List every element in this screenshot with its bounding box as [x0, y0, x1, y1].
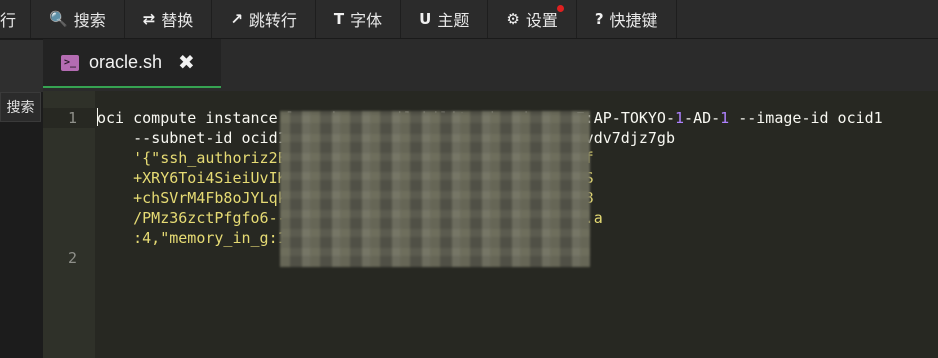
code-token: -	[665, 109, 675, 127]
toolbar-label: 替换	[161, 13, 194, 30]
code-token: 1	[720, 109, 739, 127]
toolbar-label: 设置	[525, 13, 558, 30]
toolbar-label: 跳转行	[248, 13, 297, 30]
close-icon[interactable]: ✖	[178, 50, 195, 75]
theme-icon: U	[419, 10, 432, 28]
notification-dot	[556, 5, 564, 12]
toolbar-label: 字体	[350, 13, 383, 30]
code-token: --	[133, 129, 152, 147]
toolbar: 行 🔍 搜索 ⇄ 替换 ↗ 跳转行 T 字体 U 主题 ⚙ 设置? 快捷键	[0, 0, 938, 39]
code-token: --	[738, 109, 757, 127]
code-token: /PMz36zctPfgfo6	[97, 209, 269, 227]
toolbar-sort-button[interactable]: 行	[0, 0, 32, 38]
toolbar-label: 搜索	[73, 13, 106, 30]
code-token: :4,"memory_in_g	[97, 229, 269, 247]
jump-icon: ↗	[230, 10, 243, 28]
code-token: image	[756, 109, 802, 127]
toolbar-label: 主题	[437, 13, 470, 30]
code-token: '{"ssh_authoriz	[97, 149, 269, 167]
tab-filename: oracle.sh	[89, 52, 163, 72]
toolbar-jump-button[interactable]: ↗ 跳转行	[212, 0, 316, 38]
tab-oracle-sh[interactable]: >_ oracle.sh ✖	[43, 39, 221, 88]
code-token: -	[611, 109, 621, 127]
line-gutter: 1 2	[43, 91, 95, 358]
code-token: -	[711, 109, 721, 127]
toolbar-replace-button[interactable]: ⇄ 替换	[125, 0, 213, 38]
toolbar-search-button[interactable]: 🔍 搜索	[31, 0, 125, 38]
side-panel-header	[0, 40, 43, 92]
sidebar-search-tab[interactable]: 搜索	[0, 92, 41, 122]
redacted-region	[280, 111, 590, 267]
toolbar-font-button[interactable]: T 字体	[316, 0, 402, 38]
code-token: -	[684, 109, 694, 127]
font-icon: T	[333, 10, 345, 28]
code-token: 1	[675, 109, 685, 127]
code-token: AD	[693, 109, 712, 127]
replace-icon: ⇄	[142, 10, 156, 28]
toolbar-label: 快捷键	[609, 13, 658, 30]
toolbar-label: 行	[0, 13, 17, 30]
tab-bar: >_ oracle.sh ✖	[43, 39, 938, 91]
code-token: +chSVrM4Fb8oJY	[97, 189, 260, 207]
gear-icon: ⚙	[506, 10, 520, 28]
line-number: 2	[67, 249, 77, 267]
code-token: id ocid1	[810, 109, 883, 127]
line-number: 1	[67, 109, 77, 127]
search-icon: 🔍	[49, 10, 68, 28]
code-token: +XRY6Toi4SieiUv	[97, 169, 269, 187]
toolbar-help-button[interactable]: ? 快捷键	[577, 0, 677, 38]
toolbar-gear-button[interactable]: ⚙ 设置	[488, 0, 577, 38]
help-icon: ?	[594, 10, 604, 28]
toolbar-theme-button[interactable]: U 主题	[401, 0, 489, 38]
code-token: TOKYO	[620, 109, 666, 127]
shell-file-icon: >_	[61, 54, 79, 71]
code-token: subnet	[151, 129, 206, 147]
